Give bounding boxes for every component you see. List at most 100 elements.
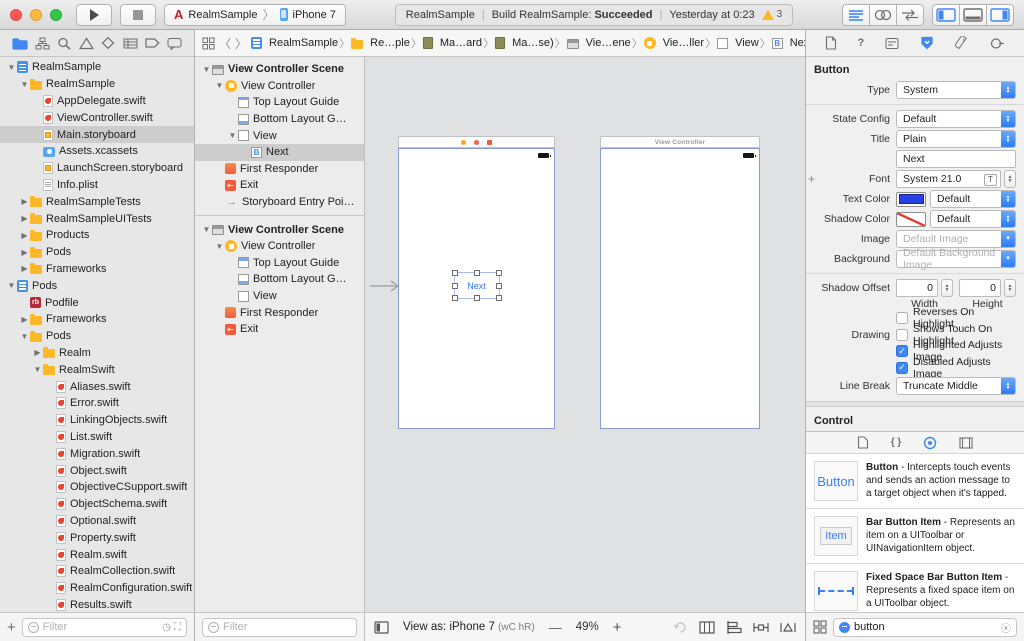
identity-inspector-tab[interactable] <box>885 37 899 50</box>
zoom-level[interactable]: 49% <box>576 621 599 633</box>
shadow-width-field[interactable]: 0 <box>896 279 938 297</box>
view-controller-2[interactable]: View Controller <box>600 136 760 429</box>
tree-row[interactable]: List.swift <box>0 429 194 446</box>
outline-row[interactable]: First Responder <box>195 304 364 321</box>
text-color-dropdown[interactable]: Default ▲ ▼ <box>930 190 1016 208</box>
tree-row[interactable]: Results.swift <box>0 597 194 613</box>
resize-handle[interactable] <box>473 295 480 301</box>
view-controller-1[interactable]: Next <box>398 136 555 429</box>
add-font-attribute-button[interactable]: + <box>808 172 815 186</box>
pin-constraints-icon[interactable] <box>753 621 769 634</box>
symbol-navigator-tab[interactable] <box>35 37 50 50</box>
back-button[interactable]: 〈 <box>219 35 231 52</box>
disclosure-triangle[interactable]: ▼ <box>201 225 212 234</box>
tree-row[interactable]: ▼ RealmSwift <box>0 361 194 378</box>
disclosure-triangle[interactable]: ▶ <box>32 348 43 357</box>
shadow-width-stepper[interactable]: ▲ ▼ <box>941 279 953 297</box>
outline-toggle-icon[interactable] <box>374 620 389 634</box>
tree-row[interactable]: ▼ RealmSample <box>0 59 194 76</box>
shadow-color-well[interactable] <box>896 211 926 227</box>
utilities-panel-button[interactable] <box>986 3 1014 26</box>
tree-row[interactable]: ObjectSchema.swift <box>0 496 194 513</box>
report-navigator-tab[interactable] <box>167 37 182 50</box>
storyboard-entry-arrow[interactable] <box>370 280 400 292</box>
tree-row[interactable]: ▶ Pods <box>0 244 194 261</box>
breakpoint-navigator-tab[interactable] <box>145 37 160 49</box>
tree-row[interactable]: Aliases.swift <box>0 378 194 395</box>
warning-badge[interactable]: 3 <box>761 9 782 20</box>
outline-row[interactable]: Bottom Layout G… <box>195 271 364 288</box>
standard-editor-button[interactable] <box>842 3 870 26</box>
view-as-control[interactable]: View as: iPhone 7 (wC hR) <box>403 621 535 633</box>
tree-row[interactable]: ▶ Frameworks <box>0 311 194 328</box>
tree-row[interactable]: ▼ Pods <box>0 328 194 345</box>
align-icon[interactable] <box>726 620 742 634</box>
disclosure-triangle[interactable]: ▼ <box>201 65 212 74</box>
tree-row[interactable]: Main.storyboard <box>0 126 194 143</box>
next-button-canvas[interactable]: Next <box>451 270 502 301</box>
file-template-library-tab[interactable] <box>857 436 869 449</box>
tree-row[interactable]: ▶ Frameworks <box>0 261 194 278</box>
quick-help-inspector-tab[interactable]: ? <box>858 37 865 49</box>
connections-inspector-tab[interactable] <box>990 37 1005 50</box>
outline-row[interactable]: View <box>195 288 364 305</box>
checkbox[interactable] <box>896 345 908 358</box>
tree-row[interactable]: LinkingObjects.swift <box>0 412 194 429</box>
disclosure-triangle[interactable]: ▶ <box>19 231 30 240</box>
tree-row[interactable]: Property.swift <box>0 529 194 546</box>
outline-row[interactable]: Top Layout Guide <box>195 255 364 272</box>
text-color-well[interactable] <box>896 191 926 207</box>
breadcrumb-item[interactable]: Vie…ene <box>566 37 631 49</box>
minimize-window-button[interactable] <box>30 8 42 21</box>
recent-files-icon[interactable]: ◷ <box>162 622 171 633</box>
checkbox[interactable] <box>896 328 908 341</box>
zoom-out-button[interactable]: — <box>549 620 562 635</box>
tree-row[interactable]: ▼ Pods <box>0 277 194 294</box>
outline-row[interactable]: Bottom Layout G… <box>195 111 364 128</box>
tree-row[interactable]: RealmConfiguration.swift <box>0 580 194 597</box>
exit-icon[interactable] <box>487 139 492 145</box>
resolve-autolayout-icon[interactable] <box>780 621 796 634</box>
outline-row[interactable]: ▼ View Controller Scene <box>195 61 364 78</box>
disclosure-triangle[interactable]: ▶ <box>19 264 30 273</box>
assistant-editor-button[interactable] <box>869 3 897 26</box>
zoom-window-button[interactable] <box>50 8 62 21</box>
tree-row[interactable]: ViewController.swift <box>0 109 194 126</box>
breadcrumb-item[interactable]: B Next <box>771 37 805 49</box>
clear-filter-icon[interactable]: ⓧ <box>1001 620 1011 635</box>
media-library-tab[interactable] <box>959 436 973 449</box>
debug-panel-button[interactable] <box>959 3 987 26</box>
font-field[interactable]: System 21.0 T <box>896 170 1001 188</box>
file-inspector-tab[interactable] <box>825 36 837 50</box>
line-break-dropdown[interactable]: Truncate Middle ▲ ▼ <box>896 377 1016 395</box>
state-config-dropdown[interactable]: Default ▲ ▼ <box>896 110 1016 128</box>
disclosure-triangle[interactable]: ▶ <box>19 248 30 257</box>
library-item[interactable]: Item Bar Button Item - Represents an item… <box>806 509 1024 564</box>
library-grid-icon[interactable] <box>813 620 827 634</box>
title-text-field[interactable]: Next <box>896 150 1016 168</box>
title-type-dropdown[interactable]: Plain ▲ ▼ <box>896 130 1016 148</box>
find-navigator-tab[interactable] <box>57 37 71 50</box>
zoom-in-button[interactable]: + <box>613 619 622 636</box>
navigator-panel-button[interactable] <box>932 3 960 26</box>
library-filter-field[interactable]: button ⓧ <box>833 617 1017 637</box>
tree-row[interactable]: Info.plist <box>0 177 194 194</box>
size-inspector-tab[interactable] <box>955 36 969 50</box>
outline-row[interactable]: ⇤ Exit <box>195 321 364 338</box>
resize-handle[interactable] <box>451 295 458 301</box>
view-controller-icon[interactable] <box>461 139 466 145</box>
disclosure-triangle[interactable]: ▼ <box>227 131 238 140</box>
library-item[interactable]: Button Button - Intercepts touch events a… <box>806 454 1024 509</box>
library-item[interactable]: Fixed Space Bar Button Item - Represents… <box>806 564 1024 612</box>
navigator-filter-field[interactable]: Filter ◷ ⛶ <box>21 617 187 637</box>
storyboard-canvas[interactable]: Next View Controller View as: iPhone 7 (… <box>365 57 805 641</box>
disclosure-triangle[interactable]: ▶ <box>19 315 30 324</box>
checkbox[interactable] <box>896 312 908 325</box>
tree-row[interactable]: AppDelegate.swift <box>0 93 194 110</box>
font-size-stepper[interactable]: ▲ ▼ <box>1004 170 1016 188</box>
tree-row[interactable]: ▶ RealmSampleTests <box>0 193 194 210</box>
disclosure-triangle[interactable]: ▶ <box>19 197 30 206</box>
vc1-dock[interactable] <box>398 136 555 148</box>
scm-status-icon[interactable]: ⛶ <box>174 622 181 633</box>
tree-row[interactable]: rb Podfile <box>0 294 194 311</box>
